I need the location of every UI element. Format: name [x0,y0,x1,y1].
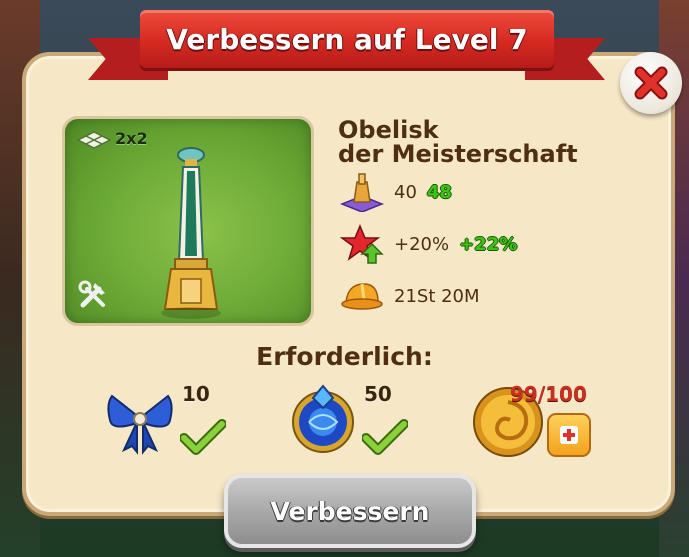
building-name-line1: Obelisk [338,116,439,144]
population-pedestal-icon [338,172,386,212]
obelisk-image [161,147,221,319]
hammer-wrench-icon[interactable] [77,279,109,311]
bonus-new: +22% [459,233,518,255]
dialog-title: Verbessern auf Level 7 [166,22,528,56]
check-icon [362,419,408,455]
population-current: 40 [394,181,417,203]
upgrade-button[interactable]: Verbessern [224,474,476,548]
close-button[interactable] [620,52,682,114]
footprint-icon [77,131,111,149]
population-new: 48 [426,181,452,203]
stat-row-bonus: +20% +22% [338,224,517,264]
building-name-line2: der Meisterschaft [338,140,578,168]
building-size: 2x2 [115,129,148,148]
blue-bow-icon [107,394,173,455]
title-ribbon: Verbessern auf Level 7 [140,10,554,68]
plus-icon [560,426,578,444]
build-time-value: 21St 20M [394,285,480,307]
requirement-bow-count: 10 [182,382,210,406]
close-x-icon [634,66,668,100]
requirement-crystal-count: 50 [364,382,392,406]
bonus-current: +20% [394,233,450,255]
requirement-crystal [287,384,359,460]
upgrade-button-label: Verbessern [270,496,430,526]
requirement-coin-count: 99/100 [510,382,587,406]
building-preview: 2x2 [62,116,314,326]
star-up-arrow-icon [338,224,386,264]
stat-row-population: 40 48 [338,172,452,212]
buy-more-button[interactable] [547,413,591,457]
blue-crystal-orb-icon [292,384,354,453]
hard-hat-icon [338,276,386,316]
requirement-bow [104,384,176,460]
stat-row-build-time: 21St 20M [338,276,480,316]
requirements-label: Erforderlich: [256,342,433,371]
building-name: Obelisk der Meisterschaft [338,118,628,166]
check-icon [180,419,226,455]
